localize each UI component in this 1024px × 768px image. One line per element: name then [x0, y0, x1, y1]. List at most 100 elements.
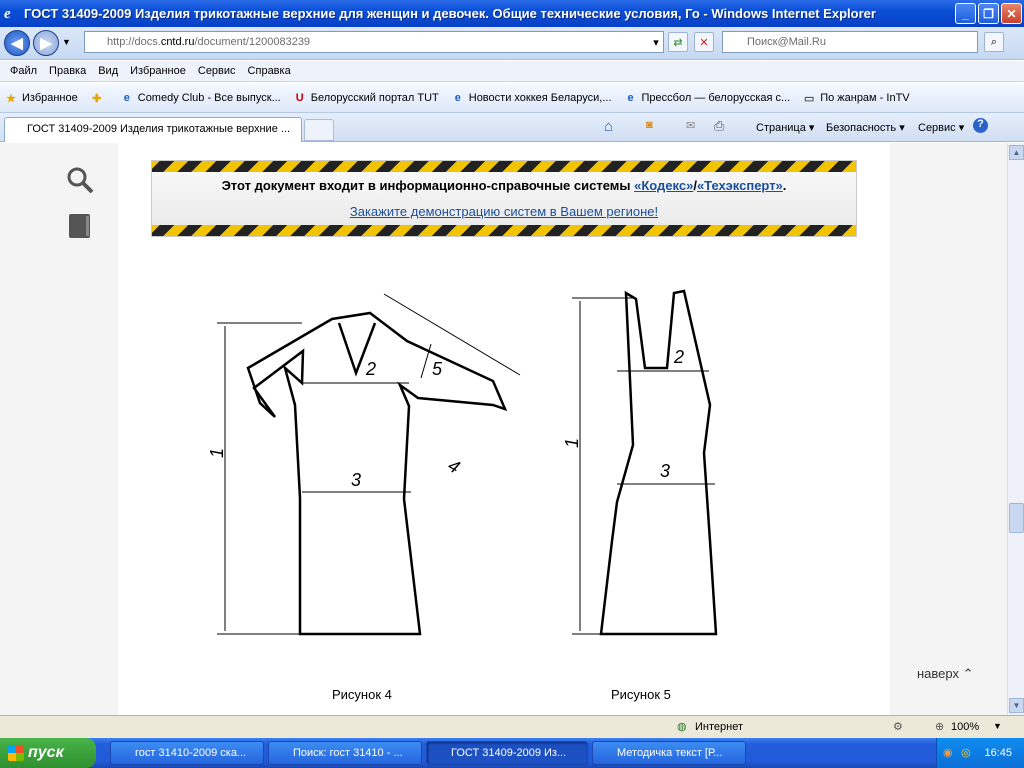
navigation-bar: ◀ ▶ ▼ http://docs. cntd.ru/document/12000… — [0, 27, 1024, 60]
feeds-icon[interactable]: ◙ — [646, 119, 653, 131]
figure-4-drawing — [246, 311, 508, 636]
search-icon[interactable]: ⌕ — [984, 32, 1004, 52]
figure-4-caption: Рисунок 4 — [332, 687, 392, 702]
scroll-up-button[interactable]: ▲ — [1009, 145, 1024, 160]
menu-view[interactable]: Вид — [98, 65, 118, 77]
search-input[interactable]: Поиск@Mail.Ru — [722, 31, 978, 53]
zoom-level[interactable]: 100% — [951, 721, 979, 733]
clock: 16:45 — [984, 747, 1012, 759]
title-bar: e ГОСТ 31409-2009 Изделия трикотажные ве… — [0, 0, 1024, 27]
magnifier-icon[interactable] — [66, 166, 96, 196]
warning-stripe-top — [152, 161, 856, 172]
menu-help[interactable]: Справка — [248, 65, 291, 77]
left-column — [0, 143, 118, 715]
ie-page-icon: e — [454, 92, 461, 104]
kodeks-link[interactable]: «Кодекс» — [634, 178, 693, 193]
scroll-top-link[interactable]: наверх ⌃ — [917, 666, 974, 682]
star-icon: ★ — [6, 92, 16, 105]
taskbar: пуск гост 31410-2009 ска... Поиск: гост … — [0, 738, 1024, 768]
ie-page-icon: e — [627, 92, 634, 104]
dim-label: 3 — [660, 461, 670, 481]
dim-label: 1 — [562, 438, 582, 448]
mail-icon[interactable]: ✉ — [686, 119, 695, 132]
fav-item-1[interactable]: U Белорусский портал TUT — [293, 91, 439, 105]
favorites-button[interactable]: ★ Избранное — [4, 91, 78, 105]
page-content: Этот документ входит в информационно-спр… — [0, 143, 1007, 715]
promo-banner: Этот документ входит в информационно-спр… — [151, 160, 857, 237]
address-dropdown-icon[interactable]: ▾ — [646, 32, 666, 52]
new-tab-button[interactable] — [304, 119, 334, 141]
figure-4-labels: 1 2 3 4 5 — [207, 359, 463, 490]
forward-button[interactable]: ▶ — [33, 30, 59, 56]
tab-bar: ГОСТ 31409-2009 Изделия трикотажные верх… — [0, 113, 1024, 142]
fav-item-4[interactable]: ▭ По жанрам - InTV — [802, 91, 910, 105]
windows-logo-icon — [8, 745, 24, 761]
techexpert-link[interactable]: «Техэксперт» — [697, 178, 783, 193]
ie-page-icon: e — [123, 92, 130, 104]
home-icon[interactable]: ⌂ — [604, 118, 613, 135]
tut-icon: U — [295, 92, 304, 104]
protected-mode-icon[interactable]: ⚙ — [893, 720, 903, 733]
favorites-bar: ★ Избранное ✚ e Comedy Club - Все выпуск..… — [0, 84, 1024, 113]
tray-opera-icon[interactable]: ◎ — [961, 746, 971, 759]
dim-label: 4 — [445, 455, 464, 477]
fav-item-2[interactable]: e Новости хоккея Беларуси,... — [451, 91, 612, 105]
chevron-up-icon: ⌃ — [962, 666, 974, 681]
taskbar-item-0[interactable]: гост 31410-2009 ска... — [110, 741, 264, 765]
figure-4-dimensions — [217, 293, 521, 635]
menu-edit[interactable]: Правка — [49, 65, 86, 77]
refresh-icon[interactable]: ⇄ — [668, 32, 688, 52]
help-icon[interactable]: ? — [973, 118, 988, 133]
ie-logo-icon: e — [4, 5, 11, 22]
menu-favorites[interactable]: Избранное — [130, 65, 186, 77]
tv-icon: ▭ — [803, 92, 815, 105]
dim-label: 3 — [351, 470, 361, 490]
system-tray: ◉ ◎ 16:45 — [936, 738, 1024, 768]
banner-text: Этот документ входит в информационно-спр… — [221, 178, 787, 193]
minimize-button[interactable]: _ — [955, 3, 976, 24]
menu-bar: Файл Правка Вид Избранное Сервис Справка — [0, 61, 1024, 82]
history-dropdown-icon[interactable]: ▼ — [62, 37, 71, 47]
tab-current[interactable]: ГОСТ 31409-2009 Изделия трикотажные верх… — [4, 117, 302, 142]
globe-icon: ◍ — [677, 721, 687, 733]
address-input[interactable]: http://docs. cntd.ru/document/1200083239 — [84, 31, 664, 53]
dim-label: 1 — [207, 448, 227, 458]
window-title: ГОСТ 31409-2009 Изделия трикотажные верх… — [24, 6, 876, 21]
dim-label: 2 — [365, 359, 376, 379]
menu-tools[interactable]: Сервис — [198, 65, 236, 77]
taskbar-item-3[interactable]: Методичка текст [Р... — [592, 741, 746, 765]
maximize-button[interactable]: ❐ — [978, 3, 999, 24]
fav-item-3[interactable]: e Прессбол — белорусская с... — [624, 91, 790, 105]
demo-link[interactable]: Закажите демонстрацию систем в Вашем рег… — [152, 204, 856, 219]
figure-5-drawing — [599, 289, 718, 636]
scroll-thumb[interactable] — [1009, 503, 1024, 533]
book-icon[interactable] — [67, 212, 93, 240]
zoom-icon: ⊕ — [935, 721, 945, 733]
close-button[interactable]: ✕ — [1001, 3, 1022, 24]
status-bar: ◍ Интернет ⚙ ⊕ 100% ▼ — [0, 715, 1024, 738]
figure-5-caption: Рисунок 5 — [611, 687, 671, 702]
zoom-dropdown-icon[interactable]: ▼ — [993, 721, 1002, 731]
add-favorite-button[interactable]: ✚ — [90, 91, 108, 105]
taskbar-item-2[interactable]: ГОСТ 31409-2009 Из... — [426, 741, 588, 765]
tools-menu[interactable]: Сервис ▾ — [918, 121, 964, 134]
warning-stripe-bottom — [152, 225, 856, 236]
dim-label: 5 — [432, 359, 443, 379]
print-icon[interactable]: ⎙ — [714, 118, 724, 134]
fav-item-0[interactable]: e Comedy Club - Все выпуск... — [120, 91, 281, 105]
stop-icon[interactable]: ✕ — [694, 32, 714, 52]
page-menu[interactable]: Страница ▾ — [756, 121, 814, 134]
scroll-down-button[interactable]: ▼ — [1009, 698, 1024, 713]
add-favorite-icon: ✚ — [92, 92, 102, 105]
taskbar-item-1[interactable]: Поиск: гост 31410 - ... — [268, 741, 422, 765]
dim-label: 2 — [673, 347, 684, 367]
tray-app-icon[interactable]: ◉ — [943, 746, 953, 759]
dress-figures: 1 2 3 4 5 1 2 3 — [207, 289, 718, 636]
start-button[interactable]: пуск — [0, 738, 96, 768]
right-column — [890, 143, 1007, 715]
menu-file[interactable]: Файл — [10, 65, 37, 77]
vertical-scrollbar[interactable]: ▲ ▼ — [1007, 143, 1024, 715]
back-button[interactable]: ◀ — [4, 30, 30, 56]
security-menu[interactable]: Безопасность ▾ — [826, 121, 905, 134]
zone-text: Интернет — [695, 721, 743, 733]
